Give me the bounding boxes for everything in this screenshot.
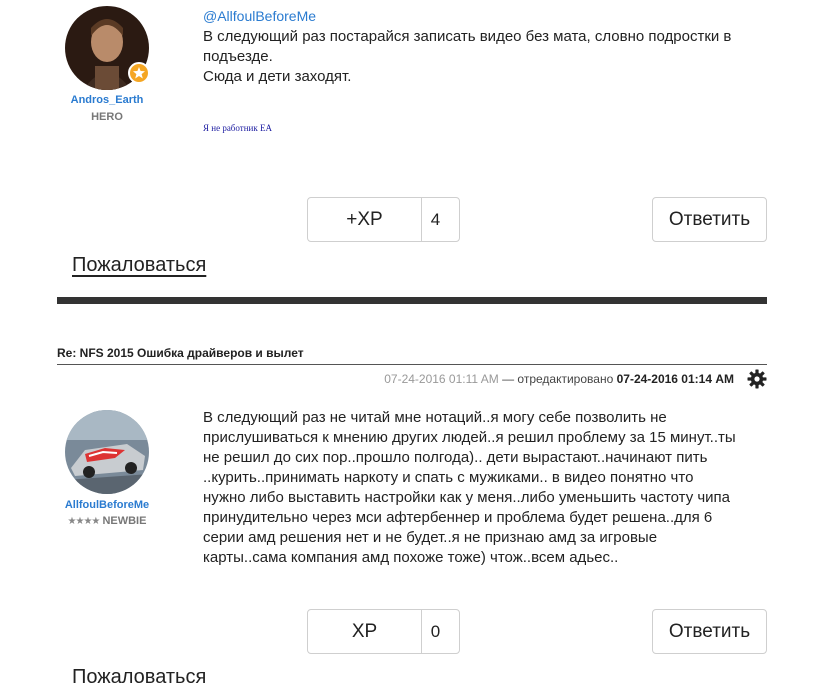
title-divider <box>57 364 767 365</box>
rank-badge-icon <box>128 62 150 84</box>
post-meta: 07-24-2016 01:11 AM — отредактировано 07… <box>384 372 734 386</box>
post-body-line: прислушиваться к мнению других людей..я … <box>203 429 736 446</box>
xp-group: XP 0 <box>307 609 460 654</box>
user-rank: HERO <box>91 111 123 123</box>
post-andros-earth: Andros_Earth HERO @AllfoulBeforeMe В сле… <box>0 0 824 290</box>
post-allfoulbeforeme: Re: NFS 2015 Ошибка драйверов и вылет 07… <box>0 300 824 684</box>
post-body-line: карты..сама компания амд похоже тоже) чт… <box>203 549 619 566</box>
rank-label: NEWBIE <box>102 515 147 527</box>
post-body-line: ..курить..принимать наркоту и спать с му… <box>203 469 694 486</box>
post-body-line: подъезде. <box>203 48 273 65</box>
give-xp-button[interactable]: +XP <box>308 198 422 241</box>
give-xp-button[interactable]: XP <box>308 610 422 653</box>
edited-label: — отредактировано <box>502 372 614 386</box>
report-link[interactable]: Пожаловаться <box>72 254 206 277</box>
mention-link[interactable]: @AllfoulBeforeMe <box>203 8 316 24</box>
post-body-line: серии амд решения нет и не будет..я не п… <box>203 529 658 546</box>
reply-button[interactable]: Ответить <box>652 197 767 242</box>
post-body-line: нужно либо выставить настройки как у мен… <box>203 489 731 506</box>
report-link[interactable]: Пожаловаться <box>72 666 206 684</box>
username[interactable]: AllfoulBeforeMe <box>47 499 167 511</box>
post-body-line: В следующий раз не читай мне нотаций..я … <box>203 409 667 426</box>
xp-count: 0 <box>430 621 441 641</box>
gear-icon[interactable] <box>747 369 767 389</box>
post-body-line: принудительно через мси афтербеннер и пр… <box>203 509 713 526</box>
signature: Я не работник EA <box>203 123 272 133</box>
username[interactable]: Andros_Earth <box>47 94 167 106</box>
post-body-line: Сюда и дети заходят. <box>203 68 352 85</box>
post-body-line: В следующий раз постарайся записать виде… <box>203 28 732 45</box>
xp-group: +XP 4 <box>307 197 460 242</box>
user-rank: ★★★★ NEWBIE <box>47 515 167 527</box>
edited-date: 07-24-2016 01:14 AM <box>616 372 734 386</box>
avatar-allfoulbeforeme[interactable] <box>65 410 149 494</box>
reply-button[interactable]: Ответить <box>652 609 767 654</box>
xp-count: 4 <box>430 209 441 229</box>
post-body-line: не решил до сих пор..прошло полгода).. д… <box>203 449 708 466</box>
thread-title[interactable]: Re: NFS 2015 Ошибка драйверов и вылет <box>57 346 304 360</box>
post-date: 07-24-2016 01:11 AM <box>384 372 499 386</box>
rank-stars: ★★★★ <box>67 516 101 527</box>
